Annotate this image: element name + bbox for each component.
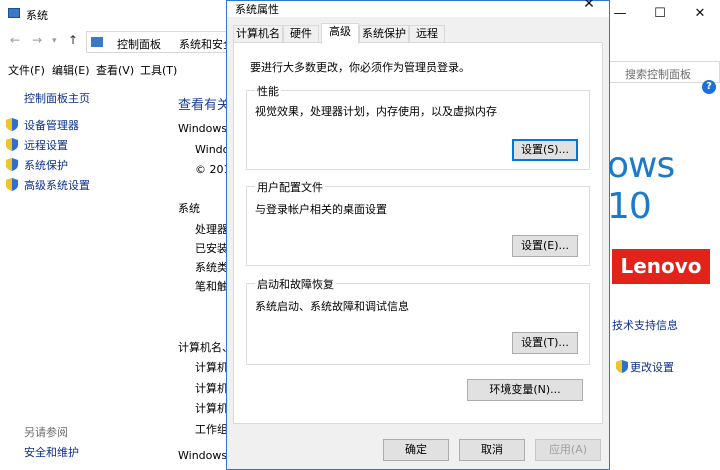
computer-name-section-label: 计算机名、: [178, 341, 233, 354]
tab-system-protection[interactable]: 系统保护: [359, 25, 409, 43]
windows10-logo-text: ows 10: [607, 145, 675, 227]
help-icon[interactable]: ?: [702, 80, 716, 94]
performance-description: 视觉效果，处理器计划，内存使用，以及虚拟内存: [255, 105, 497, 118]
system-properties-dialog: 系统属性 ✕ 计算机名 硬件 高级 系统保护 远程 要进行大多数更改，你必须作为…: [226, 0, 610, 470]
tab-computer-name[interactable]: 计算机名: [233, 25, 283, 43]
sidebar-item-label: 高级系统设置: [24, 179, 90, 192]
shield-icon: [6, 158, 18, 171]
maximize-button[interactable]: ☐: [640, 0, 680, 28]
performance-group-title: 性能: [255, 83, 281, 99]
address-bar[interactable]: 控制面板 系统和安全: [86, 31, 234, 53]
workgroup-label: 工作组: [195, 423, 228, 436]
startup-recovery-group-title: 启动和故障恢复: [255, 276, 336, 292]
shield-icon: [6, 138, 18, 151]
tab-remote[interactable]: 远程: [409, 25, 445, 43]
menu-tools[interactable]: 工具(T): [140, 62, 177, 78]
dialog-close-button[interactable]: ✕: [569, 0, 609, 15]
performance-settings-button[interactable]: 设置(S)...: [512, 139, 578, 161]
tab-hardware[interactable]: 硬件: [283, 25, 319, 43]
performance-group: 性能 视觉效果，处理器计划，内存使用，以及虚拟内存 设置(S)...: [246, 83, 590, 170]
support-info-link[interactable]: 技术支持信息: [612, 317, 678, 333]
forward-arrow-icon[interactable]: →: [32, 33, 42, 47]
computer-name-label: 计算机: [195, 361, 228, 374]
cancel-button[interactable]: 取消: [459, 439, 525, 461]
apply-button[interactable]: 应用(A): [535, 439, 601, 461]
control-panel-icon: [91, 37, 103, 47]
system-section-label: 系统: [178, 202, 200, 215]
shield-icon: [616, 360, 628, 373]
sidebar: 控制面板主页 设备管理器 远程设置 系统保护 高级系统设置 另请参阅 安全和维护: [0, 80, 160, 470]
user-profiles-group: 用户配置文件 与登录帐户相关的桌面设置 设置(E)...: [246, 179, 590, 266]
user-profiles-description: 与登录帐户相关的桌面设置: [255, 203, 387, 216]
computer-description-label: 计算机: [195, 402, 228, 415]
ok-button[interactable]: 确定: [383, 439, 449, 461]
menu-file[interactable]: 文件(F): [8, 62, 45, 78]
startup-recovery-description: 系统启动、系统故障和调试信息: [255, 300, 409, 313]
sidebar-item-remote-settings[interactable]: 远程设置: [6, 137, 68, 153]
back-arrow-icon[interactable]: ←: [10, 33, 20, 47]
dialog-footer: 确定 取消 应用(A): [227, 431, 609, 470]
sidebar-item-label: 设备管理器: [24, 119, 79, 132]
shield-icon: [6, 118, 18, 131]
menu-edit[interactable]: 编辑(E): [52, 62, 90, 78]
windows-version-text: Windo: [195, 143, 230, 156]
sidebar-item-advanced-settings[interactable]: 高级系统设置: [6, 177, 90, 193]
security-maintenance-link[interactable]: 安全和维护: [24, 444, 79, 460]
pen-touch-label: 笔和触: [195, 280, 228, 293]
user-profiles-group-title: 用户配置文件: [255, 179, 325, 195]
change-settings-label: 更改设置: [630, 361, 674, 374]
see-also-label: 另请参阅: [24, 426, 68, 439]
startup-recovery-group: 启动和故障恢复 系统启动、系统故障和调试信息 设置(T)...: [246, 276, 590, 365]
system-type-label: 系统类: [195, 261, 228, 274]
sidebar-item-device-manager[interactable]: 设备管理器: [6, 117, 79, 133]
page-heading: 查看有关: [178, 98, 231, 113]
lenovo-logo: Lenovo: [612, 249, 710, 284]
admin-note: 要进行大多数更改，你必须作为管理员登录。: [250, 61, 470, 74]
recent-chevron-icon[interactable]: ▾: [52, 36, 57, 46]
tab-strip: 计算机名 硬件 高级 系统保护 远程: [233, 23, 603, 44]
sidebar-item-label: 系统保护: [24, 159, 68, 172]
close-button[interactable]: ✕: [680, 0, 720, 28]
breadcrumb-control-panel[interactable]: 控制面板: [117, 36, 161, 52]
edition-label: Windows: [178, 122, 228, 135]
environment-variables-button[interactable]: 环境变量(N)...: [467, 379, 583, 401]
menu-view[interactable]: 查看(V): [96, 62, 134, 78]
startup-recovery-settings-button[interactable]: 设置(T)...: [512, 332, 578, 354]
installed-memory-label: 已安装: [195, 242, 228, 255]
system-icon: [8, 8, 20, 18]
tab-advanced[interactable]: 高级: [321, 23, 359, 44]
advanced-tab-panel: 要进行大多数更改，你必须作为管理员登录。 性能 视觉效果，处理器计划，内存使用，…: [233, 42, 603, 424]
sidebar-item-label: 远程设置: [24, 139, 68, 152]
dialog-titlebar: 系统属性 ✕: [227, 0, 609, 17]
sidebar-home-link[interactable]: 控制面板主页: [24, 90, 90, 106]
full-computer-name-label: 计算机: [195, 382, 228, 395]
activation-section-label: Windows: [178, 449, 228, 462]
system-window-title: 系统: [26, 9, 48, 22]
sidebar-item-system-protection[interactable]: 系统保护: [6, 157, 68, 173]
user-profiles-settings-button[interactable]: 设置(E)...: [512, 235, 578, 257]
up-arrow-icon[interactable]: ↑: [68, 33, 78, 47]
dialog-title: 系统属性: [235, 3, 279, 16]
change-settings-link[interactable]: 更改设置: [616, 359, 674, 375]
shield-icon: [6, 178, 18, 191]
